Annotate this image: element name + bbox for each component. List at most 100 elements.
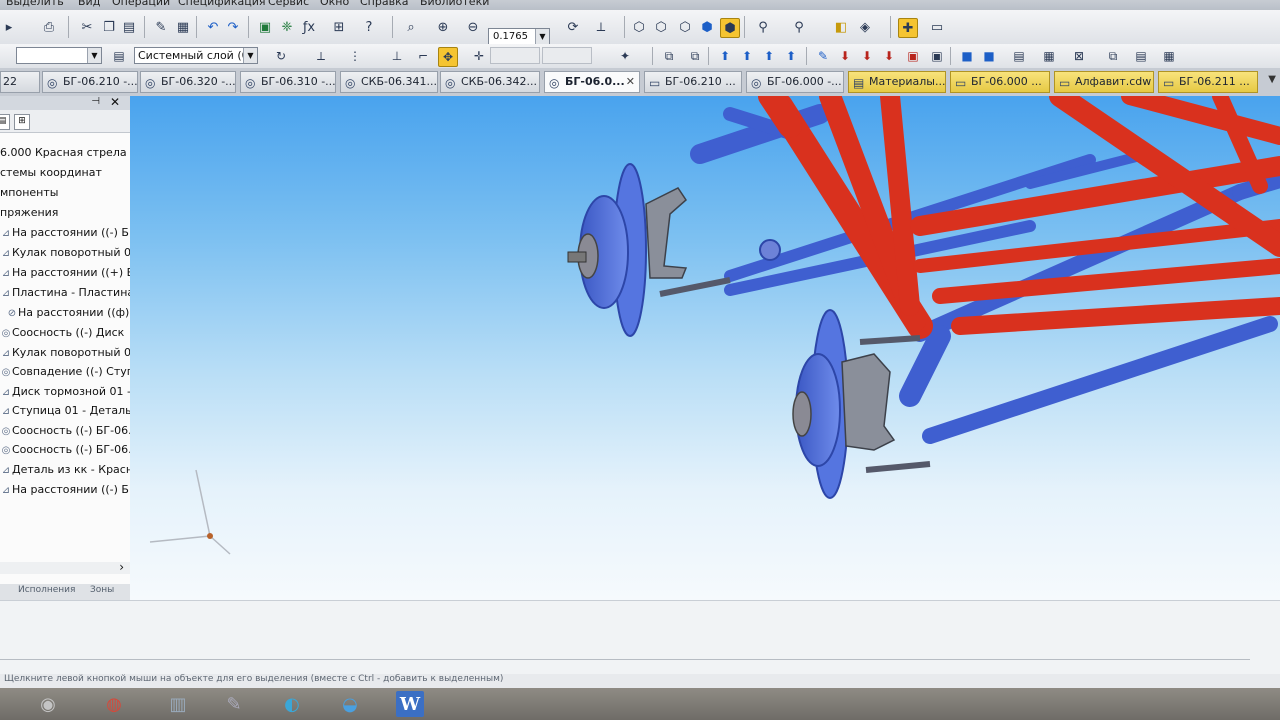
tree-item-mate[interactable]: ⊿ Кулак поворотный 0 [0, 244, 130, 262]
print-icon[interactable]: ⎙ [40, 18, 58, 36]
menu-item[interactable]: Вид [78, 0, 100, 8]
shaded-edges-icon[interactable]: ⬢ [720, 18, 740, 38]
pin-icon[interactable]: ⊣ [91, 96, 100, 107]
tree-item-mate[interactable]: ⊘ На расстоянии ((ф) [6, 304, 130, 322]
chevron-down-icon[interactable]: ▼ [535, 29, 549, 44]
word-icon[interactable]: W [396, 691, 424, 717]
spec-icon[interactable]: ▦ [1040, 47, 1058, 65]
tab-document[interactable]: ◎ БГ-06.320 -... [140, 71, 236, 93]
coord-y-field[interactable] [542, 47, 592, 64]
component-insert-icon[interactable]: ⧉ [660, 47, 678, 65]
manager-icon[interactable]: ▣ [256, 18, 274, 36]
fx-icon[interactable]: ƒx [300, 18, 318, 36]
tab-zones[interactable]: Зоны [90, 585, 114, 595]
tree-item-root[interactable]: 6.000 Красная стрела ( [0, 144, 130, 162]
snap-toggle-icon[interactable]: ✚ [898, 18, 918, 38]
tab-document[interactable]: ▭ Алфавит.cdw [1054, 71, 1154, 93]
mate-distance-icon[interactable]: ⬇ [836, 47, 854, 65]
tab-document[interactable]: ◎ БГ-06.000 -... [746, 71, 844, 93]
tree-item-mate[interactable]: ◎ Совпадение ((-) Ступ [0, 363, 130, 381]
chrome-icon[interactable]: ◍ [96, 691, 132, 717]
move-component-icon[interactable]: ■ [958, 47, 976, 65]
filter-icon[interactable]: ⚲ [754, 18, 772, 36]
panel-scrollbar[interactable]: › [0, 560, 130, 574]
menu-item[interactable]: Справка [360, 0, 408, 8]
view-options-icon[interactable]: ◈ [856, 18, 874, 36]
menu-item[interactable]: Окно [320, 0, 349, 8]
tree-item-mate[interactable]: ⊿ На расстоянии ((+) Б [0, 264, 130, 282]
layers-icon[interactable]: ▤ [110, 47, 128, 65]
tree-item-mate[interactable]: ⊿ Деталь из кк - Красн [0, 461, 130, 479]
tree-item-folder[interactable]: мпоненты [0, 184, 58, 202]
chevron-down-icon[interactable]: ▼ [243, 48, 257, 63]
mate-lock-icon[interactable]: ▣ [904, 47, 922, 65]
mate-coincidence-icon[interactable]: ⬆ [716, 47, 734, 65]
dimension-icon[interactable]: ⟂ [312, 47, 330, 65]
zoom-out-icon[interactable]: ⊖ [464, 18, 482, 36]
tab-document-active[interactable]: ◎ БГ-06.0... ✕ [544, 71, 640, 93]
rotate-component-icon[interactable]: ■ [980, 47, 998, 65]
menu-item[interactable]: Сервис [268, 0, 309, 8]
coord-x-field[interactable] [490, 47, 540, 64]
upper-hub-assembly[interactable] [567, 163, 781, 337]
table-icon[interactable]: ▦ [1160, 47, 1178, 65]
library-manager-icon[interactable]: ⊞ [330, 18, 348, 36]
rebuild-icon[interactable]: ↻ [272, 47, 290, 65]
component-add-icon[interactable]: ⧉ [686, 47, 704, 65]
close-icon[interactable]: ✕ [110, 96, 120, 109]
report-icon[interactable]: ⧉ [1104, 47, 1122, 65]
hidden-lines-icon[interactable]: ⬡ [652, 18, 670, 36]
tree-view-icon[interactable]: ▤ [0, 114, 10, 130]
tab-document[interactable]: ◎ БГ-06.310 -... [240, 71, 336, 93]
tree-item-mate[interactable]: ⊿ Пластина - Пластина [0, 284, 130, 302]
tree-item-mate[interactable]: ⊿ На расстоянии ((-) Б [0, 481, 129, 499]
mate-symmetry-icon[interactable]: ▣ [928, 47, 946, 65]
collision-icon[interactable]: ▤ [1010, 47, 1028, 65]
chevron-down-icon[interactable]: ▼ [1268, 74, 1276, 85]
undo-icon[interactable]: ↶ [204, 18, 222, 36]
tree-item-mate[interactable]: ⊿ Ступица 01 - Деталь [0, 402, 130, 420]
thin-lines-icon[interactable]: ⬡ [676, 18, 694, 36]
tab-document[interactable]: ▤ Материалы... [848, 71, 946, 93]
tree-item-mate[interactable]: ◎ Соосность ((-) БГ-06. [0, 441, 130, 459]
internet-explorer-icon[interactable]: ◒ [332, 691, 368, 717]
variables-icon[interactable]: ❈ [278, 18, 296, 36]
snap-bindings-icon[interactable]: ✥ [438, 47, 458, 67]
chevron-down-icon[interactable]: ▼ [87, 48, 101, 63]
tree-item-folder[interactable]: стемы координат [0, 164, 102, 182]
redo-icon[interactable]: ↷ [224, 18, 242, 36]
properties-icon[interactable]: ▦ [174, 18, 192, 36]
style-combo[interactable]: ▼ [16, 47, 102, 64]
tree-structure-icon[interactable]: ⊞ [14, 114, 30, 130]
mate-tangent-icon[interactable]: ⬆ [782, 47, 800, 65]
mate-fix-icon[interactable]: ⬇ [880, 47, 898, 65]
zoom-scale-field[interactable]: 0.1765 ▼ [488, 28, 550, 45]
tab-document[interactable]: 22 [0, 71, 40, 93]
mate-perpendicular-icon[interactable]: ⬆ [760, 47, 778, 65]
grid-snap-icon[interactable]: ⋮ [346, 47, 364, 65]
tab-executions[interactable]: Исполнения [18, 585, 75, 595]
format-brush-icon[interactable]: ✎ [152, 18, 170, 36]
tree-item-mate[interactable]: ◎ Соосность ((-) Диск [0, 324, 125, 342]
rotate-icon[interactable]: ⟳ [564, 18, 582, 36]
model-viewport[interactable] [130, 96, 1280, 600]
mate-concentric-icon[interactable]: ✎ [814, 47, 832, 65]
tree-item-mate[interactable]: ◎ Соосность ((-) БГ-06. [0, 422, 130, 440]
local-cs-icon[interactable]: ⌐ [414, 47, 432, 65]
menu-item[interactable]: Операции [112, 0, 170, 8]
kompas-icon[interactable]: ✎ [216, 691, 252, 717]
wireframe-icon[interactable]: ⬡ [630, 18, 648, 36]
coordinates-icon[interactable]: ✛ [470, 47, 488, 65]
tab-document[interactable]: ▭ БГ-06.000 ... [950, 71, 1050, 93]
zoom-in-icon[interactable]: ⊕ [434, 18, 452, 36]
tab-document[interactable]: ◎ СКБ-06.342... [440, 71, 540, 93]
list-icon[interactable]: ▤ [1132, 47, 1150, 65]
tree-item-mate[interactable]: ⊿ На расстоянии ((-) БГ [0, 224, 130, 242]
section-icon[interactable]: ◧ [832, 18, 850, 36]
select-filter-icon[interactable]: ⚲ [790, 18, 808, 36]
explode-icon[interactable]: ⊠ [1070, 47, 1088, 65]
explorer-icon[interactable]: ▥ [160, 691, 196, 717]
tab-document[interactable]: ◎ СКБ-06.341... [340, 71, 438, 93]
menu-item[interactable]: Спецификация [178, 0, 265, 8]
layer-combo[interactable]: Системный слой (0) ▼ [134, 47, 258, 64]
